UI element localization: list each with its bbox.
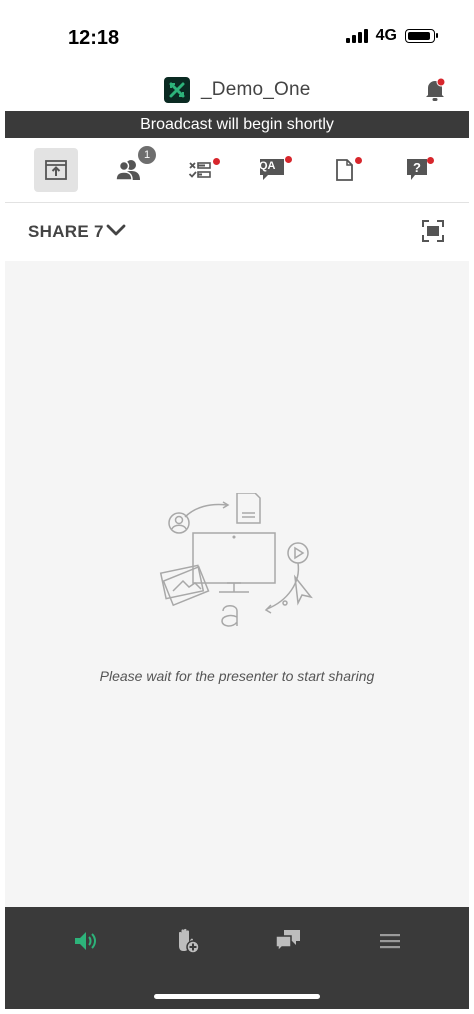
qa-alert-dot <box>285 156 292 163</box>
share-pod-header: SHARE 7 <box>5 203 469 261</box>
chat-button[interactable] <box>268 925 308 957</box>
file-icon <box>336 159 353 181</box>
attendees-count-badge: 1 <box>138 146 156 164</box>
files-alert-dot <box>355 157 362 164</box>
status-time: 12:18 <box>68 27 120 49</box>
tab-polls[interactable] <box>178 148 222 192</box>
pod-toolbar: 1 QA ? <box>5 138 469 203</box>
menu-button[interactable] <box>370 925 410 957</box>
chevron-down-icon[interactable] <box>105 221 127 244</box>
waiting-illustration <box>155 492 325 635</box>
help-alert-dot <box>427 157 434 164</box>
chat-icon <box>275 930 300 953</box>
meeting-title: _Demo_One <box>201 79 311 100</box>
polls-alert-dot <box>213 158 220 165</box>
raise-hand-icon <box>179 928 200 954</box>
share-content-area: Please wait for the presenter to start s… <box>5 261 469 907</box>
share-pod-title[interactable]: SHARE 7 <box>28 222 104 242</box>
qa-label: QA <box>259 160 276 172</box>
bell-icon[interactable] <box>423 77 447 103</box>
attendees-icon <box>115 160 140 181</box>
network-type: 4G <box>375 27 397 44</box>
hamburger-menu-icon <box>380 934 400 949</box>
speaker-icon <box>75 932 96 950</box>
app-frame: 12:18 4G _Demo_One Broadcast will begin … <box>5 5 469 1009</box>
home-indicator[interactable] <box>154 994 320 999</box>
share-upload-icon <box>45 160 67 180</box>
fullscreen-icon[interactable] <box>421 219 445 243</box>
poll-icon <box>188 162 211 178</box>
audio-button[interactable] <box>66 925 106 957</box>
wait-message: Please wait for the presenter to start s… <box>99 668 375 684</box>
svg-text:?: ? <box>413 160 421 175</box>
tab-qa[interactable]: QA <box>250 148 294 192</box>
raise-hand-button[interactable] <box>167 925 207 957</box>
bottom-action-bar <box>5 907 469 1009</box>
tab-help[interactable]: ? <box>395 148 439 192</box>
status-indicators: 4G <box>345 27 438 45</box>
signal-bars-icon <box>345 29 368 43</box>
tab-files[interactable] <box>322 148 366 192</box>
broadcast-banner: Broadcast will begin shortly <box>5 111 469 138</box>
status-bar: 12:18 4G <box>5 5 469 67</box>
question-icon: ? <box>407 159 427 180</box>
app-header: _Demo_One <box>5 67 469 111</box>
adobe-connect-logo-icon <box>164 77 190 103</box>
tab-share-pod[interactable] <box>34 148 78 192</box>
battery-icon <box>405 29 438 43</box>
tab-attendees[interactable]: 1 <box>106 146 156 192</box>
